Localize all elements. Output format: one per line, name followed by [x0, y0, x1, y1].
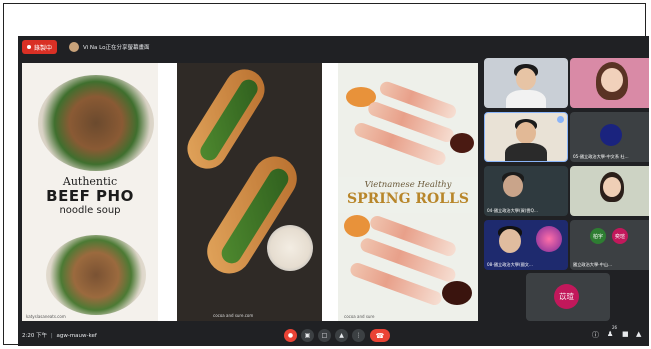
dip-bowl [442, 281, 472, 305]
spring-rolls-title: Vietnamese Healthy SPRING ROLLS [338, 177, 478, 213]
pho-title-line2: BEEF PHO [46, 187, 134, 205]
camera-button[interactable]: ▣ [301, 329, 314, 342]
participant-tile[interactable]: 05-國立政治大學-中文系 杜... [570, 112, 649, 162]
participant-tile-speaking[interactable] [484, 112, 568, 162]
participant-shirt [505, 143, 547, 161]
participant-face [516, 122, 536, 144]
pho-bowl-image-2 [46, 235, 146, 315]
dip-bowl [450, 133, 474, 153]
presenter-name: Vi Na Lo正在分享螢幕畫面 [83, 45, 150, 51]
participant-face [603, 177, 621, 197]
spring-rolls-credit: cocoa and sure [344, 314, 375, 319]
record-dot-icon [27, 45, 31, 49]
meet-window: 錄製中 Vi Na Lo正在分享螢幕畫面 Authentic BEEF PHO … [18, 36, 649, 346]
spring-rolls-title-line2: SPRING ROLLS [346, 191, 470, 207]
people-count: 26 [612, 325, 618, 330]
participant-tile[interactable] [484, 58, 568, 108]
bottom-bar: 2:20 下午 | agw-mauw-kef ● ▣ □ ▲ ⋮ ☎ ⓘ ♟ 2… [18, 324, 649, 346]
mic-off-icon: ● [287, 332, 294, 339]
top-bar: 錄製中 Vi Na Lo正在分享螢幕畫面 [18, 36, 649, 58]
fireworks-background [536, 226, 562, 252]
self-view-tile[interactable]: 苡瑄 [526, 273, 610, 321]
pho-title-line3: noodle soup [59, 205, 121, 216]
pho-bowl-image [38, 75, 154, 171]
recording-badge[interactable]: 錄製中 [22, 40, 58, 54]
participant-shirt [506, 90, 546, 108]
participant-tile[interactable]: 04-國立政治大學(資)雲Q... [484, 166, 568, 216]
sauce-bowl-image [267, 225, 313, 271]
camera-icon: ▣ [304, 332, 311, 339]
participant-face [503, 175, 523, 197]
meeting-info: 2:20 下午 | agw-mauw-kef [22, 331, 97, 339]
participant-tile[interactable]: 08-國立政治大學(國文... [484, 220, 568, 270]
pho-credit: katyslasaneats.com [26, 314, 66, 319]
speaking-icon [557, 116, 564, 123]
presenter-avatar [69, 42, 80, 52]
banh-mi-credit: cocoa and sure.com [213, 313, 254, 318]
participant-label: 國立政治大學-中山... [573, 262, 613, 267]
participant-tile[interactable] [570, 166, 649, 216]
dip-bowl [344, 215, 370, 237]
participant-avatar: 奕瑄 [612, 228, 628, 244]
activities-icon[interactable]: ▲ [636, 330, 641, 338]
info-icon[interactable]: ⓘ [592, 330, 599, 340]
more-vert-icon: ⋮ [355, 332, 362, 339]
participant-tile[interactable] [570, 58, 649, 108]
recording-label: 錄製中 [34, 44, 53, 52]
present-button[interactable]: ▲ [335, 329, 348, 342]
shared-screen: Authentic BEEF PHO noodle soup katyslasa… [22, 63, 478, 321]
slide-beef-pho: Authentic BEEF PHO noodle soup katyslasa… [22, 63, 158, 321]
captions-button[interactable]: □ [318, 329, 331, 342]
people-icon[interactable]: ♟ [607, 330, 613, 338]
leave-call-button[interactable]: ☎ [370, 329, 390, 342]
participant-label: 08-國立政治大學(國文... [487, 262, 533, 267]
participant-tile[interactable]: 柏宇 奕瑄 國立政治大學-中山... [570, 220, 649, 270]
pho-title: Authentic BEEF PHO noodle soup [22, 175, 158, 217]
separator: | [50, 333, 53, 339]
participant-avatar: 柏宇 [590, 228, 606, 244]
spring-rolls-title-line1: Vietnamese Healthy [364, 180, 452, 190]
mic-off-button[interactable]: ● [284, 329, 297, 342]
participant-label: 04-國立政治大學(資)雲Q... [487, 208, 538, 213]
present-icon: ▲ [339, 332, 344, 339]
slide-spring-rolls: Vietnamese Healthy SPRING ROLLS cocoa an… [338, 63, 478, 321]
participant-face [516, 68, 536, 90]
self-avatar: 苡瑄 [554, 284, 579, 309]
meeting-code: agw-mauw-kef [56, 333, 97, 339]
hangup-icon: ☎ [375, 331, 385, 340]
participant-face [601, 68, 623, 92]
chat-icon[interactable]: ■ [622, 330, 629, 338]
more-options-button[interactable]: ⋮ [352, 329, 365, 342]
participant-avatar [600, 124, 622, 146]
clock-time: 2:20 下午 [22, 333, 48, 339]
participant-face [499, 229, 521, 253]
slide-banh-mi: cocoa and sure.com [177, 63, 322, 321]
captions-icon: □ [321, 332, 328, 339]
participant-label: 05-國立政治大學-中文系 杜... [573, 154, 629, 159]
